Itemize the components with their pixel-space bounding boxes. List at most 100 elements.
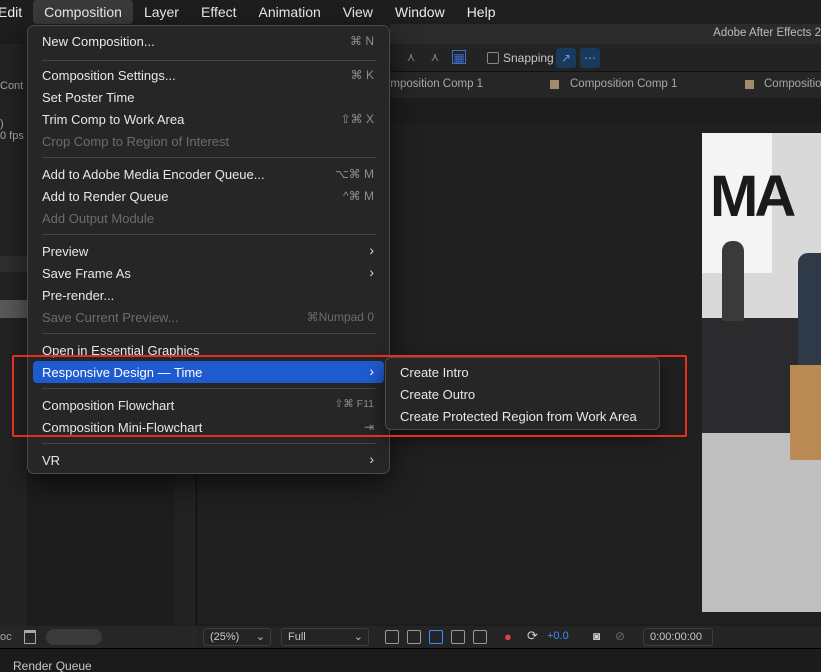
menu-item-label: Set Poster Time bbox=[42, 90, 135, 105]
composition-tabs: omposition Comp 1 Composition Comp 1 Com… bbox=[384, 72, 821, 98]
menu-item-label: Add to Render Queue bbox=[42, 189, 169, 204]
app-title: Adobe After Effects 2 bbox=[713, 27, 821, 39]
current-time-field[interactable]: 0:00:00:00 bbox=[643, 628, 713, 646]
menu-separator bbox=[42, 234, 376, 235]
menu-item-label: Responsive Design — Time bbox=[42, 365, 203, 380]
menu-item-label: New Composition... bbox=[42, 34, 155, 49]
menu-item-add-output-module: Add Output Module bbox=[33, 207, 384, 229]
menu-edit[interactable]: Edit bbox=[0, 0, 33, 24]
project-fragment-3: 0 fps bbox=[0, 130, 24, 142]
menu-animation[interactable]: Animation bbox=[248, 0, 332, 24]
submenu-item-label: Create Protected Region from Work Area bbox=[400, 409, 637, 424]
menu-item-label: Add to Adobe Media Encoder Queue... bbox=[42, 167, 265, 182]
menu-item-label: Preview bbox=[42, 244, 89, 259]
menu-item-save-frame-as[interactable]: Save Frame As › bbox=[33, 262, 384, 284]
menu-item-trim-comp[interactable]: Trim Comp to Work Area ⇧⌘ X bbox=[33, 108, 384, 130]
menu-composition[interactable]: Composition bbox=[33, 0, 133, 24]
shortcut-label: ⇥ bbox=[363, 420, 374, 434]
render-queue-panel: Render Queue bbox=[0, 648, 821, 672]
project-footer-text: oc bbox=[0, 631, 12, 643]
show-snapshot-icon[interactable]: ⊘ bbox=[615, 629, 625, 643]
region-of-interest-icon[interactable] bbox=[451, 630, 465, 644]
snap-features-icon[interactable]: ⋯ bbox=[580, 48, 600, 68]
shortcut-label: ⇧⌘ F11 bbox=[334, 398, 374, 410]
chevron-right-icon: › bbox=[369, 264, 374, 280]
shopping-bag bbox=[790, 365, 821, 460]
menu-layer[interactable]: Layer bbox=[133, 0, 190, 24]
menu-item-responsive-design-time[interactable]: Responsive Design — Time › bbox=[33, 361, 384, 383]
menu-item-label: VR bbox=[42, 453, 61, 468]
project-panel: Cont ) 0 fps bbox=[0, 44, 27, 648]
reset-exposure-icon[interactable]: ⟳ bbox=[527, 628, 538, 644]
menu-item-label: Composition Mini-Flowchart bbox=[42, 420, 203, 435]
tab-comp-1[interactable]: omposition Comp 1 bbox=[384, 78, 483, 90]
footer-scrollbar[interactable] bbox=[46, 629, 102, 645]
tools-panel: ⋏ ⋏ ▦ Snapping ↗ ⋯ bbox=[390, 44, 821, 72]
menu-item-vr[interactable]: VR › bbox=[33, 449, 384, 471]
shortcut-label: ⌘Numpad 0 bbox=[306, 310, 374, 324]
snap-edges-icon[interactable]: ↗ bbox=[556, 48, 576, 68]
menu-separator bbox=[42, 333, 376, 334]
guides-icon[interactable] bbox=[473, 630, 487, 644]
grid-icon[interactable]: ▦ bbox=[452, 50, 466, 65]
menu-help[interactable]: Help bbox=[456, 0, 507, 24]
video-frame: MA bbox=[702, 133, 821, 612]
menu-item-composition-flowchart[interactable]: Composition Flowchart ⇧⌘ F11 bbox=[33, 394, 384, 416]
comp-color-swatch-2 bbox=[745, 80, 754, 89]
menu-view[interactable]: View bbox=[332, 0, 384, 24]
shortcut-label: ^⌘ M bbox=[343, 189, 374, 203]
menu-item-open-essential-graphics[interactable]: Open in Essential Graphics bbox=[33, 339, 384, 361]
menu-separator bbox=[42, 443, 376, 444]
store-logo: MA bbox=[710, 164, 796, 229]
menu-item-label: Pre-render... bbox=[42, 288, 115, 303]
tab-comp-3[interactable]: Compositio bbox=[764, 78, 821, 90]
zoom-dropdown[interactable]: (25%) ⌄ bbox=[203, 628, 271, 646]
timecode-value: 0:00:00:00 bbox=[650, 631, 702, 643]
project-selected-row[interactable] bbox=[0, 300, 27, 318]
menu-effect[interactable]: Effect bbox=[190, 0, 248, 24]
menu-item-label: Save Current Preview... bbox=[42, 310, 179, 325]
menu-item-save-current-preview: Save Current Preview... ⌘Numpad 0 bbox=[33, 306, 384, 328]
color-channels-icon[interactable]: ● bbox=[504, 629, 512, 644]
snapping-checkbox[interactable] bbox=[487, 52, 499, 64]
render-queue-tab[interactable]: Render Queue bbox=[13, 659, 92, 672]
tab-comp-2[interactable]: Composition Comp 1 bbox=[570, 78, 677, 90]
menu-item-composition-mini-flowchart[interactable]: Composition Mini-Flowchart ⇥ bbox=[33, 416, 384, 438]
fast-preview-icon[interactable] bbox=[385, 630, 399, 644]
submenu-item-create-intro[interactable]: Create Intro bbox=[391, 361, 654, 383]
distribute-icon[interactable]: ⋏ bbox=[428, 50, 442, 64]
menu-item-preview[interactable]: Preview › bbox=[33, 240, 384, 262]
snapping-label: Snapping bbox=[503, 51, 554, 65]
menu-item-crop-comp: Crop Comp to Region of Interest bbox=[33, 130, 384, 152]
trash-icon[interactable] bbox=[24, 630, 36, 644]
transparency-grid-icon[interactable] bbox=[407, 630, 421, 644]
chevron-down-icon: ⌄ bbox=[353, 631, 363, 643]
responsive-design-submenu: Create Intro Create Outro Create Protect… bbox=[385, 357, 660, 430]
mask-visibility-icon[interactable] bbox=[429, 630, 443, 644]
submenu-item-label: Create Intro bbox=[400, 365, 469, 380]
snapshot-icon[interactable]: ◙ bbox=[593, 629, 600, 643]
menu-window[interactable]: Window bbox=[384, 0, 456, 24]
exposure-value[interactable]: +0.0 bbox=[547, 630, 569, 642]
project-fragment-2: ) bbox=[0, 118, 4, 130]
menu-item-label: Crop Comp to Region of Interest bbox=[42, 134, 230, 149]
menu-item-label: Open in Essential Graphics bbox=[42, 343, 200, 358]
menu-item-label: Save Frame As bbox=[42, 266, 131, 281]
project-footer: oc bbox=[0, 626, 197, 648]
menu-item-label: Trim Comp to Work Area bbox=[42, 112, 185, 127]
submenu-item-create-outro[interactable]: Create Outro bbox=[391, 383, 654, 405]
chevron-right-icon: › bbox=[369, 242, 374, 258]
submenu-item-create-protected-region[interactable]: Create Protected Region from Work Area bbox=[391, 405, 654, 427]
project-panel-column bbox=[175, 460, 195, 630]
menu-item-label: Composition Settings... bbox=[42, 68, 176, 83]
shortcut-label: ⇧⌘ X bbox=[340, 112, 374, 126]
menu-item-pre-render[interactable]: Pre-render... bbox=[33, 284, 384, 306]
menu-item-add-render-queue[interactable]: Add to Render Queue ^⌘ M bbox=[33, 185, 384, 207]
align-icon[interactable]: ⋏ bbox=[404, 50, 418, 64]
project-fragment-1: Cont bbox=[0, 80, 24, 92]
menu-item-add-media-encoder[interactable]: Add to Adobe Media Encoder Queue... ⌥⌘ M bbox=[33, 163, 384, 185]
menu-item-set-poster-time[interactable]: Set Poster Time bbox=[33, 86, 384, 108]
menu-item-composition-settings[interactable]: Composition Settings... ⌘ K bbox=[33, 64, 384, 86]
menu-item-new-composition[interactable]: New Composition... ⌘ N bbox=[33, 30, 384, 52]
resolution-dropdown[interactable]: Full ⌄ bbox=[281, 628, 369, 646]
